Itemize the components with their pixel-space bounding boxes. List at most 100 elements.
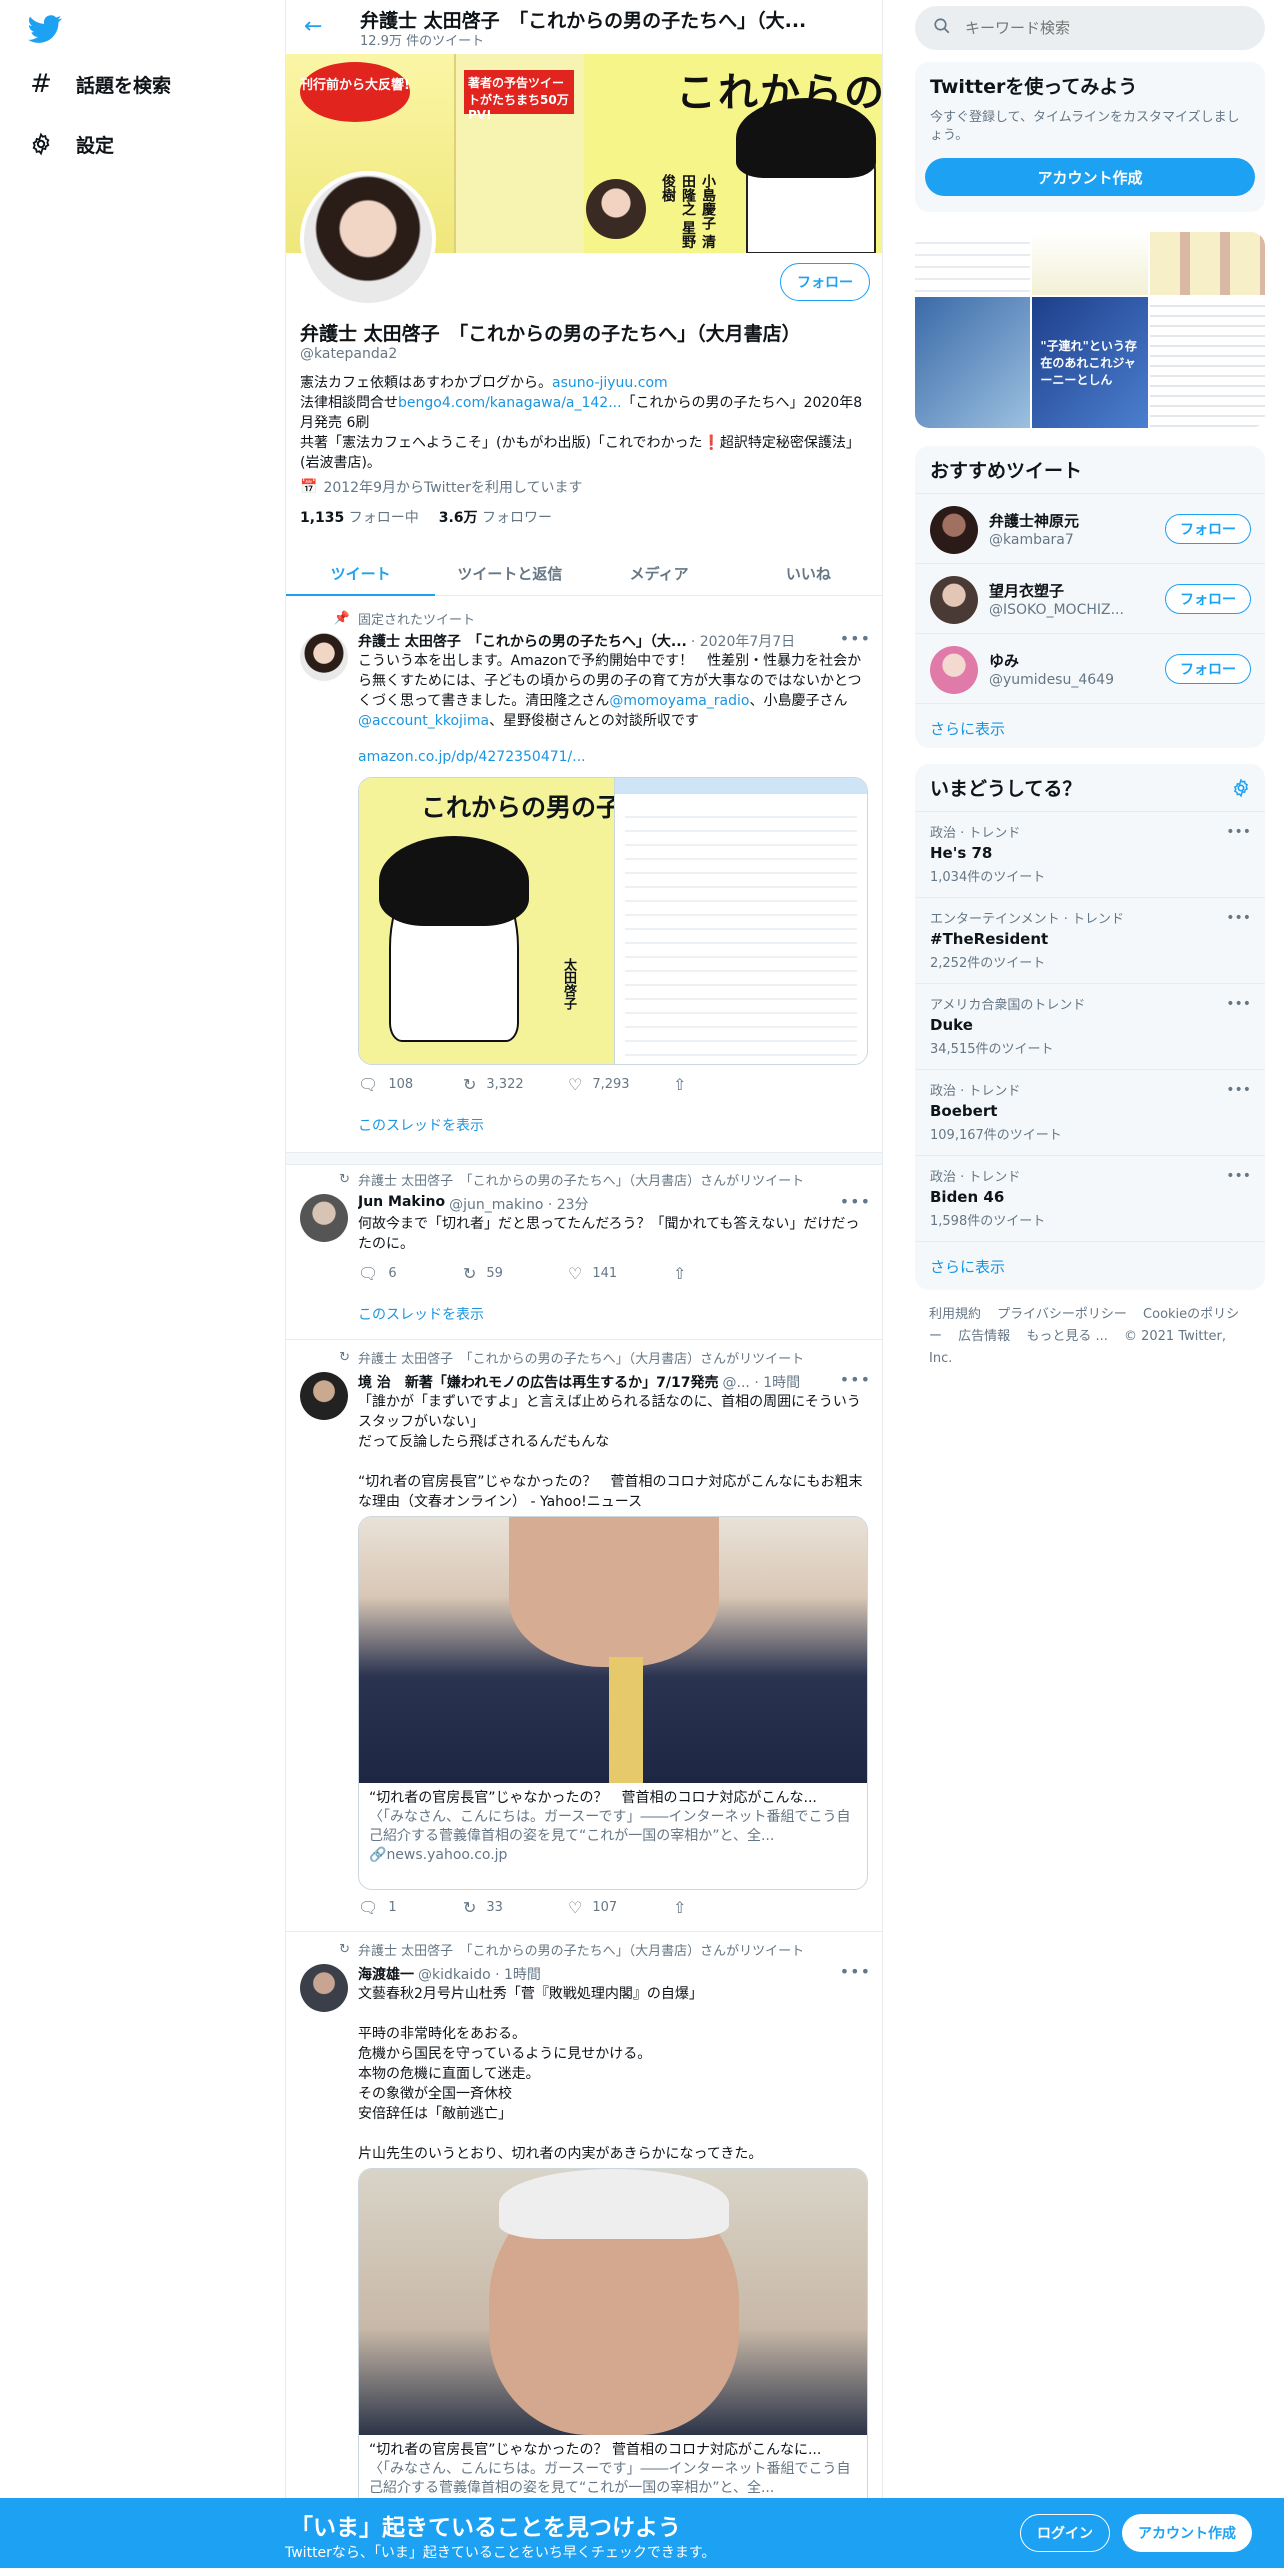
tab-tweets[interactable]: ツイート	[286, 552, 436, 596]
suggested-user[interactable]: 望月衣塑子 @ISOKO_MOCHIZ... フォロー	[915, 563, 1265, 633]
suggested-follow-button[interactable]: フォロー	[1165, 514, 1251, 544]
more-icon[interactable]: •••	[1226, 824, 1251, 840]
more-icon[interactable]: •••	[840, 1370, 871, 1389]
tweet-avatar[interactable]	[300, 633, 348, 681]
search-box[interactable]	[915, 6, 1265, 50]
suggested-user[interactable]: 弁護士神原元 @kambara7 フォロー	[915, 493, 1265, 563]
footer-link-terms[interactable]: 利用規約	[929, 1307, 981, 1322]
media-thumb[interactable]	[915, 297, 1031, 428]
tweet-meta[interactable]: @... · 1時間	[723, 1372, 801, 1392]
like-button[interactable]: ♡ 7,293	[568, 1075, 673, 1094]
following-link[interactable]: 1,135 フォロー中	[300, 507, 419, 527]
nav-item-explore[interactable]: # 話題を検索	[28, 64, 171, 104]
reply-button[interactable]: 🗨 6	[358, 1264, 463, 1283]
bio-text: 法律相談問合せ	[300, 395, 398, 411]
suggested-user-name[interactable]: 弁護士神原元	[989, 510, 1079, 531]
signup-button[interactable]: アカウント作成	[1122, 2514, 1252, 2552]
more-icon[interactable]: •••	[840, 629, 871, 648]
tweet-retweet-sakai[interactable]: ↻ 弁護士 太田啓子 「これからの男の子たちへ」（大月書店）さんがリツイート 境 …	[286, 1340, 882, 1932]
login-button[interactable]: ログイン	[1020, 2514, 1110, 2552]
suggested-user-avatar[interactable]	[930, 506, 978, 554]
media-thumb[interactable]: "子連れ"という存在のあれこれジャーニーとしん	[1032, 297, 1148, 428]
search-input[interactable]	[965, 19, 1225, 37]
media-thumb[interactable]	[1149, 297, 1265, 428]
heart-icon: ♡	[568, 1898, 583, 1917]
back-arrow-icon[interactable]: ←	[304, 14, 322, 39]
link-card[interactable]: “切れ者の官房長官”じゃなかったの？ 菅首相のコロナ対応がこんなに... 〈「み…	[358, 2168, 868, 2528]
bio-text: 憲法カフェ依頼はあすわかブログから。	[300, 375, 552, 391]
tweet-meta[interactable]: · 2020年7月7日	[691, 631, 795, 651]
follow-button[interactable]: フォロー	[780, 263, 870, 301]
share-icon: ⇧	[673, 1264, 687, 1283]
share-button[interactable]: ⇧	[673, 1264, 778, 1283]
tweet-url-link[interactable]: amazon.co.jp/dp/4272350471/...	[358, 747, 868, 767]
trend-item[interactable]: エンターテインメント · トレンド #TheResident 2,252件のツイ…	[915, 897, 1265, 983]
nav-item-settings[interactable]: 設定	[28, 124, 114, 164]
profile-avatar[interactable]	[300, 171, 436, 307]
show-thread-link[interactable]: このスレッドを表示	[358, 1304, 484, 1324]
show-more-link[interactable]: さらに表示	[915, 1241, 1265, 1290]
tweet-author-name[interactable]: 海渡雄一	[358, 1964, 414, 1984]
tab-media[interactable]: メディア	[585, 552, 734, 595]
followers-link[interactable]: 3.6万 フォロワー	[439, 507, 552, 527]
retweet-button[interactable]: ↻ 33	[463, 1898, 568, 1917]
trend-item[interactable]: 政治 · トレンド He's 78 1,034件のツイート •••	[915, 811, 1265, 897]
tweet-author-name[interactable]: 境 治 新著「嫌われモノの広告は再生するか」7/17発売	[358, 1372, 719, 1392]
retweet-button[interactable]: ↻ 3,322	[463, 1075, 568, 1094]
bio-link-blog[interactable]: asuno-jiyuu.com	[552, 375, 668, 391]
footer-link-ads[interactable]: 広告情報	[958, 1329, 1010, 1344]
more-icon[interactable]: •••	[1226, 1168, 1251, 1184]
suggested-user[interactable]: ゆみ @yumidesu_4649 フォロー	[915, 633, 1265, 703]
tweet-avatar[interactable]	[300, 1194, 348, 1242]
suggested-user-avatar[interactable]	[930, 646, 978, 694]
tweet-pinned[interactable]: 📌 固定されたツイート 弁護士 太田啓子 「これからの男の子たちへ」（大... · …	[286, 597, 882, 1153]
mention-link[interactable]: @momoyama_radio	[609, 693, 749, 709]
create-account-button[interactable]: アカウント作成	[925, 158, 1255, 196]
reply-button[interactable]: 🗨 108	[358, 1075, 463, 1094]
media-thumb[interactable]	[1032, 232, 1148, 295]
tweet-meta[interactable]: @jun_makino · 23分	[449, 1194, 588, 1214]
retweet-button[interactable]: ↻ 59	[463, 1264, 568, 1283]
suggested-user-name[interactable]: 望月衣塑子	[989, 580, 1064, 601]
twitter-bird-icon[interactable]	[28, 12, 62, 46]
share-button[interactable]: ⇧	[673, 1898, 778, 1917]
reply-button[interactable]: 🗨 1	[358, 1898, 463, 1917]
show-more-link[interactable]: さらに表示	[915, 703, 1265, 748]
footer-link-more[interactable]: もっと見る ...	[1026, 1329, 1108, 1344]
profile-tabs: ツイート ツイートと返信 メディア いいね	[286, 552, 882, 596]
like-button[interactable]: ♡ 107	[568, 1898, 673, 1917]
bio-link-bengo4[interactable]: bengo4.com/kanagawa/a_142...	[398, 395, 622, 411]
more-icon[interactable]: •••	[1226, 1082, 1251, 1098]
link-card[interactable]: “切れ者の官房長官”じゃなかったの？ 菅首相のコロナ対応がこんな... 〈「みな…	[358, 1516, 868, 1890]
media-thumb[interactable]	[1149, 232, 1265, 295]
suggested-follow-button[interactable]: フォロー	[1165, 584, 1251, 614]
tweet-author-name[interactable]: 弁護士 太田啓子 「これからの男の子たちへ」（大...	[358, 631, 687, 651]
share-button[interactable]: ⇧	[673, 1075, 778, 1094]
footer-link-privacy[interactable]: プライバシーポリシー	[997, 1307, 1127, 1322]
tweet-author-name[interactable]: Jun Makino	[358, 1194, 445, 1214]
suggested-user-name[interactable]: ゆみ	[989, 650, 1019, 671]
like-button[interactable]: ♡ 141	[568, 1264, 673, 1283]
tweet-retweet-jun-makino[interactable]: ↻ 弁護士 太田啓子 「これからの男の子たちへ」（大月書店）さんがリツイート Ju…	[286, 1166, 882, 1340]
tweet-avatar[interactable]	[300, 1372, 348, 1420]
more-icon[interactable]: •••	[840, 1962, 871, 1981]
tweet-retweet-kaido[interactable]: ↻ 弁護士 太田啓子 「これからの男の子たちへ」（大月書店）さんがリツイート 海渡…	[286, 1932, 882, 2532]
tweet-media[interactable]: これからの男の子たちへ 太田啓子	[358, 777, 868, 1065]
media-thumb[interactable]	[915, 232, 1031, 295]
trend-item[interactable]: 政治 · トレンド Boebert 109,167件のツイート •••	[915, 1069, 1265, 1155]
trend-item[interactable]: 政治 · トレンド Biden 46 1,598件のツイート •••	[915, 1155, 1265, 1241]
tweet-avatar[interactable]	[300, 1964, 348, 2012]
trend-item[interactable]: アメリカ合衆国のトレンド Duke 34,515件のツイート •••	[915, 983, 1265, 1069]
suggested-user-avatar[interactable]	[930, 576, 978, 624]
tab-tweets-and-replies[interactable]: ツイートと返信	[435, 552, 584, 595]
show-thread-link[interactable]: このスレッドを表示	[358, 1115, 484, 1135]
trend-tweet-count: 1,034件のツイート	[930, 870, 1046, 885]
more-icon[interactable]: •••	[1226, 910, 1251, 926]
tab-likes[interactable]: いいね	[734, 552, 882, 595]
mention-link[interactable]: @account_kkojima	[358, 713, 489, 729]
more-icon[interactable]: •••	[840, 1192, 871, 1211]
more-icon[interactable]: •••	[1226, 996, 1251, 1012]
suggested-follow-button[interactable]: フォロー	[1165, 654, 1251, 684]
tweet-meta[interactable]: @kidkaido · 1時間	[418, 1964, 541, 1984]
gear-icon[interactable]	[1231, 778, 1251, 802]
